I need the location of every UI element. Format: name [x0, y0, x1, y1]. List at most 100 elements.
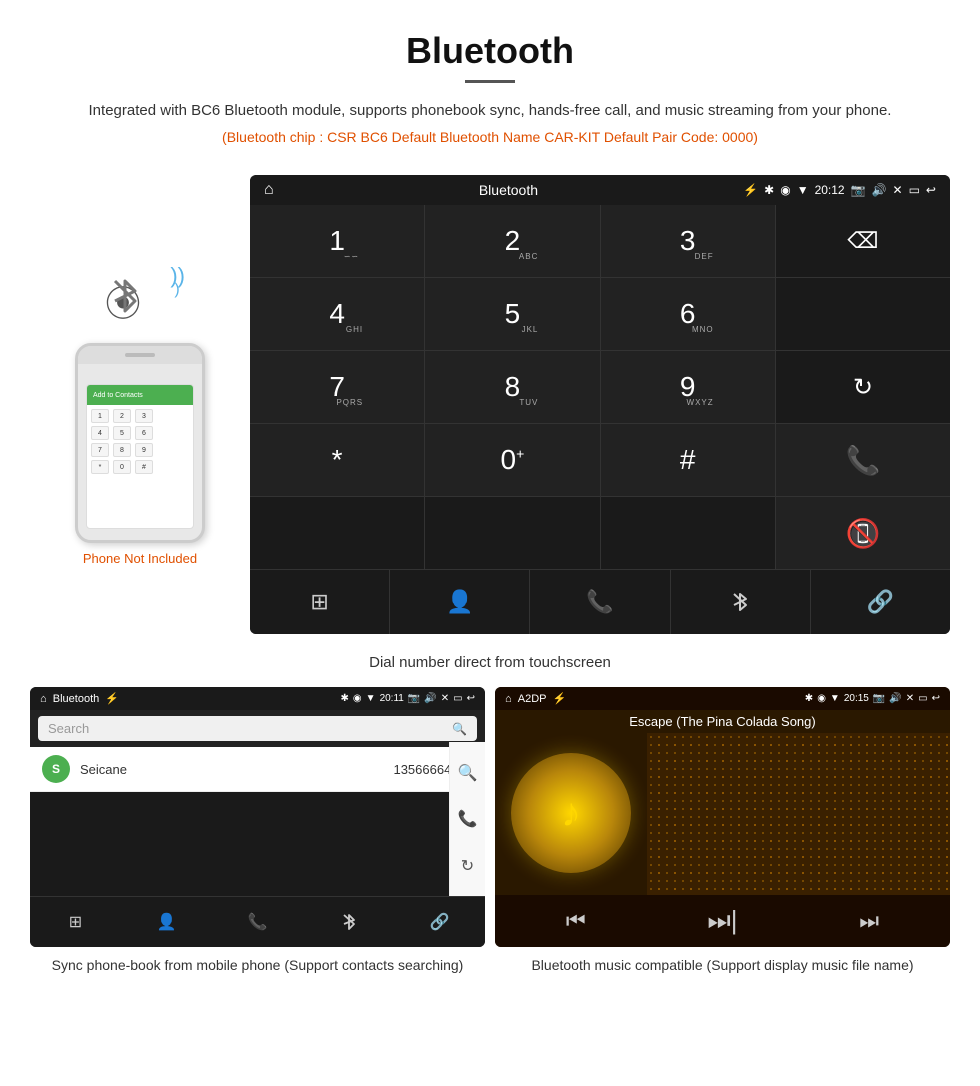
dial-empty-3: [425, 497, 599, 569]
music-controls: ⏮ ⏭| ⏭: [495, 895, 950, 947]
pb-vol-icon[interactable]: 🔊: [424, 693, 436, 704]
music-back-icon[interactable]: ↩: [932, 693, 940, 704]
dial-toolbar: ⊞ 👤 📞 🔗: [250, 569, 950, 634]
music-scr-icon[interactable]: ▭: [918, 693, 927, 704]
gps-icon: ◉: [780, 183, 790, 197]
bt-signal-container: ⦿ )) ): [105, 263, 175, 333]
toolbar-apps[interactable]: ⊞: [250, 570, 390, 634]
bt-status-icon: ✱: [764, 183, 774, 197]
dial-empty-1: [776, 278, 950, 350]
music-status-right: ✱ ◉ ▼ 20:15 📷 🔊 ✕ ▭ ↩: [805, 693, 940, 704]
bluetooth-info: (Bluetooth chip : CSR BC6 Default Blueto…: [60, 129, 920, 145]
toolbar-link[interactable]: 🔗: [811, 570, 950, 634]
back-icon[interactable]: ↩: [926, 183, 936, 197]
music-song-title: Escape (The Pina Colada Song): [495, 710, 950, 733]
toolbar-contacts[interactable]: 👤: [390, 570, 530, 634]
dial-reload[interactable]: ↻: [776, 351, 950, 423]
phone-not-included-label: Phone Not Included: [83, 551, 197, 566]
contact-name: Seicane: [80, 762, 393, 777]
music-next-btn[interactable]: ⏭: [859, 908, 879, 934]
pb-reload-icon[interactable]: ↻: [461, 856, 474, 876]
dial-key-2[interactable]: 2ABC: [425, 205, 599, 277]
dial-key-6[interactable]: 6MNO: [601, 278, 775, 350]
pb-cam-icon: 📷: [408, 693, 420, 704]
toolbar-bluetooth[interactable]: [671, 570, 811, 634]
pb-status-bar: ⌂ Bluetooth ⚡ ✱ ◉ ▼ 20:11 📷 🔊 ✕ ▭ ↩: [30, 687, 485, 710]
pb-gps-icon: ◉: [353, 693, 362, 704]
pb-contact-row[interactable]: S Seicane 13566664466: [30, 747, 485, 792]
dial-call-red[interactable]: 📵: [776, 497, 950, 569]
dial-key-7[interactable]: 7PQRS: [250, 351, 424, 423]
phone-screen-body: 123 456 789 *0#: [87, 405, 193, 481]
bluetooth-toolbar-icon: [730, 588, 750, 616]
music-prev-btn[interactable]: ⏮: [566, 908, 586, 934]
dial-key-5[interactable]: 5JKL: [425, 278, 599, 350]
music-vol-icon[interactable]: 🔊: [889, 693, 901, 704]
music-caption: Bluetooth music compatible (Support disp…: [495, 955, 950, 976]
music-signal-icon: ▼: [830, 693, 840, 704]
dial-key-8[interactable]: 8TUV: [425, 351, 599, 423]
pb-bt-btn[interactable]: [303, 897, 394, 947]
pb-signal-icon: ▼: [366, 693, 376, 704]
toolbar-dial[interactable]: 📞: [530, 570, 670, 634]
dial-backspace[interactable]: ⌫: [776, 205, 950, 277]
screen-icon[interactable]: ▭: [909, 183, 920, 197]
camera-icon: 📷: [851, 183, 866, 197]
pb-bluetooth-icon: [341, 911, 357, 933]
top-section: ⦿ )) ) Add to Contacts 123: [0, 175, 980, 634]
pb-scr-icon[interactable]: ▭: [453, 693, 462, 704]
dial-key-hash[interactable]: #: [601, 424, 775, 496]
pb-status-left: ⌂ Bluetooth ⚡: [40, 692, 119, 705]
dial-key-0[interactable]: 0+: [425, 424, 599, 496]
pb-search-bar[interactable]: Search 🔍: [38, 716, 477, 741]
dial-key-1[interactable]: 1∽∽: [250, 205, 424, 277]
dial-key-9[interactable]: 9WXYZ: [601, 351, 775, 423]
pb-x-icon[interactable]: ✕: [441, 693, 449, 704]
music-panel: ⌂ A2DP ⚡ ✱ ◉ ▼ 20:15 📷 🔊 ✕ ▭ ↩ Escape (T…: [495, 687, 950, 976]
title-underline: [465, 80, 515, 83]
dial-key-3[interactable]: 3DEF: [601, 205, 775, 277]
pb-apps-btn[interactable]: ⊞: [30, 897, 121, 947]
contact-avatar: S: [42, 755, 70, 783]
music-note-icon: ♪: [561, 791, 581, 836]
car-status-left: ⌂: [264, 181, 274, 199]
dial-call-green[interactable]: 📞: [776, 424, 950, 496]
phone-illustration: ⦿ )) ) Add to Contacts 123: [30, 175, 250, 634]
phone-mockup: Add to Contacts 123 456 789 *0#: [75, 343, 205, 543]
music-bg-pattern: [647, 733, 950, 898]
dial-key-star[interactable]: *: [250, 424, 424, 496]
music-album-art: ♪: [511, 753, 631, 873]
music-play-btn[interactable]: ⏭|: [707, 905, 737, 937]
dial-key-4[interactable]: 4GHI: [250, 278, 424, 350]
phone-video-btn[interactable]: 📹: [103, 543, 125, 544]
pb-dial-btn[interactable]: 📞: [212, 897, 303, 947]
page-header: Bluetooth Integrated with BC6 Bluetooth …: [0, 0, 980, 175]
music-gps-icon: ◉: [817, 693, 826, 704]
pb-toolbar: ⊞ 👤 📞 🔗: [30, 896, 485, 947]
phone-call-btn[interactable]: 📞: [155, 543, 177, 544]
phonebook-screen: ⌂ Bluetooth ⚡ ✱ ◉ ▼ 20:11 📷 🔊 ✕ ▭ ↩ Sear…: [30, 687, 485, 947]
home-icon[interactable]: ⌂: [264, 181, 274, 199]
pb-search-row: Search 🔍: [30, 710, 485, 747]
pb-status-right: ✱ ◉ ▼ 20:11 📷 🔊 ✕ ▭ ↩: [341, 693, 475, 704]
bt-symbol-icon: [107, 271, 143, 321]
search-icon: 🔍: [452, 722, 467, 736]
close-icon[interactable]: ✕: [893, 183, 903, 197]
pb-bt-icon: ✱: [341, 693, 349, 704]
dial-empty-4: [601, 497, 775, 569]
music-time: 20:15: [844, 693, 869, 704]
pb-back-icon[interactable]: ↩: [467, 693, 475, 704]
signal-icon: ▼: [797, 183, 809, 197]
pb-right-icons: 🔍 📞 ↻: [449, 742, 485, 897]
music-x-icon[interactable]: ✕: [906, 693, 914, 704]
bottom-panels: ⌂ Bluetooth ⚡ ✱ ◉ ▼ 20:11 📷 🔊 ✕ ▭ ↩ Sear…: [0, 687, 980, 976]
time-display: 20:12: [815, 183, 845, 197]
pb-contacts-btn[interactable]: 👤: [121, 897, 212, 947]
pb-call-icon[interactable]: 📞: [458, 809, 478, 829]
pb-link-btn[interactable]: 🔗: [394, 897, 485, 947]
page-title: Bluetooth: [60, 30, 920, 72]
pb-search-icon[interactable]: 🔍: [458, 763, 478, 783]
dial-pad-grid: 1∽∽ 2ABC 3DEF ⌫ 4GHI 5JKL 6MNO: [250, 205, 950, 569]
car-status-bar: ⌂ Bluetooth ⚡ ✱ ◉ ▼ 20:12 📷 🔊 ✕ ▭ ↩: [250, 175, 950, 205]
volume-icon[interactable]: 🔊: [872, 183, 887, 197]
